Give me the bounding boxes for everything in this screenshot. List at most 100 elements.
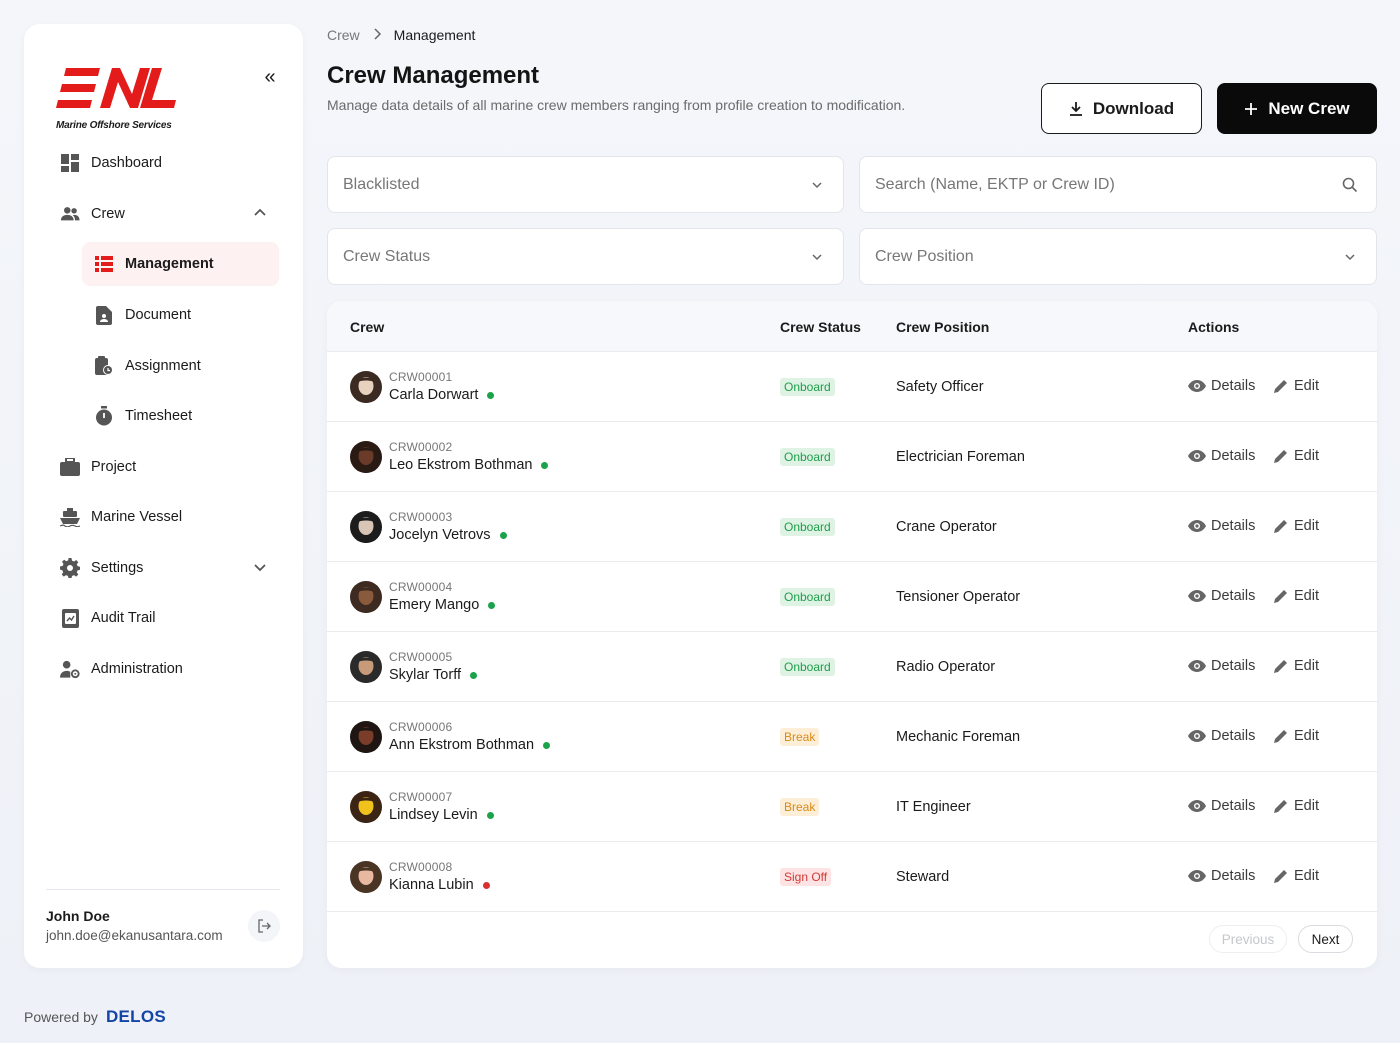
edit-button[interactable]: Edit — [1273, 518, 1319, 534]
crew-name[interactable]: Jocelyn Vetrovs — [389, 527, 491, 543]
chevron-up-icon — [254, 208, 266, 216]
crew-id: CRW00007 — [389, 790, 453, 804]
sidebar-item-timesheet[interactable]: Timesheet — [82, 394, 279, 438]
logout-button[interactable] — [248, 910, 280, 942]
pencil-icon — [1274, 729, 1288, 743]
breadcrumb: Crew Management — [327, 27, 475, 43]
sidebar-item-label: Timesheet — [125, 408, 193, 424]
blacklisted-value: Blacklisted — [343, 175, 420, 193]
powered-by: Powered by DELOS — [24, 1007, 166, 1027]
avatar — [350, 861, 382, 893]
presence-dot — [486, 811, 494, 819]
edit-label: Edit — [1294, 518, 1319, 534]
search-icon[interactable] — [1342, 177, 1358, 193]
crew-status-select[interactable]: Crew Status — [327, 228, 844, 285]
next-page-button[interactable]: Next — [1298, 925, 1353, 953]
details-button[interactable]: Details — [1188, 868, 1255, 884]
eye-icon — [1188, 590, 1206, 602]
sidebar-item-audit-trail[interactable]: Audit Trail — [48, 596, 279, 640]
sidebar-item-document[interactable]: Document — [82, 293, 279, 337]
user-name: John Doe — [46, 908, 110, 924]
enl-logo-icon — [56, 68, 176, 108]
user-email: john.doe@ekanusantara.com — [46, 928, 223, 943]
clipboard-clock-icon — [94, 356, 114, 376]
crew-name[interactable]: Carla Dorwart — [389, 387, 478, 403]
crew-name[interactable]: Leo Ekstrom Bothman — [389, 457, 532, 473]
sidebar-item-management[interactable]: Management — [82, 242, 279, 286]
column-crew: Crew — [350, 319, 385, 335]
table-row: CRW00007 Lindsey Levin Break IT Engineer… — [327, 771, 1377, 841]
crew-name[interactable]: Kianna Lubin — [389, 877, 474, 893]
breadcrumb-crew[interactable]: Crew — [327, 27, 360, 43]
details-button[interactable]: Details — [1188, 798, 1255, 814]
search-input[interactable]: Search (Name, EKTP or Crew ID) — [859, 156, 1377, 213]
audit-log-icon — [60, 608, 80, 628]
status-badge: Sign Off — [780, 868, 832, 886]
crew-name[interactable]: Emery Mango — [389, 597, 479, 613]
details-label: Details — [1211, 868, 1256, 884]
sidebar-item-label: Settings — [91, 560, 144, 576]
avatar — [350, 721, 382, 753]
chevron-down-icon — [812, 182, 822, 189]
download-label: Download — [1092, 98, 1175, 118]
details-label: Details — [1211, 798, 1256, 814]
sidebar-item-label: Crew — [91, 206, 125, 222]
sidebar-item-marine-vessel[interactable]: Marine Vessel — [48, 495, 279, 539]
crew-position: Electrician Foreman — [896, 449, 1025, 465]
details-label: Details — [1211, 518, 1256, 534]
sidebar-item-assignment[interactable]: Assignment — [82, 344, 279, 388]
table-row: CRW00006 Ann Ekstrom Bothman Break Mecha… — [327, 701, 1377, 771]
users-icon — [60, 204, 80, 224]
column-actions: Actions — [1188, 319, 1240, 335]
document-icon — [94, 305, 114, 325]
status-badge: Break — [780, 728, 820, 746]
sidebar-item-settings[interactable]: Settings — [48, 546, 279, 590]
details-button[interactable]: Details — [1188, 588, 1255, 604]
crew-position: Crane Operator — [896, 519, 997, 535]
previous-page-button[interactable]: Previous — [1209, 925, 1287, 953]
edit-button[interactable]: Edit — [1273, 448, 1319, 464]
details-button[interactable]: Details — [1188, 658, 1255, 674]
details-button[interactable]: Details — [1188, 448, 1255, 464]
edit-button[interactable]: Edit — [1273, 868, 1319, 884]
new-crew-label: New Crew — [1268, 98, 1350, 118]
sidebar-item-label: Document — [125, 307, 192, 323]
list-icon — [94, 254, 114, 274]
sidebar: Marine Offshore Services « Dashboard Cre… — [24, 24, 303, 968]
blacklisted-select[interactable]: Blacklisted — [327, 156, 844, 213]
crew-id: CRW00005 — [389, 650, 453, 664]
sidebar-item-crew[interactable]: Crew — [48, 192, 279, 236]
new-crew-button[interactable]: New Crew — [1217, 83, 1377, 134]
sidebar-item-dashboard[interactable]: Dashboard — [48, 141, 279, 185]
crew-id: CRW00001 — [389, 370, 453, 384]
table-row: CRW00003 Jocelyn Vetrovs Onboard Crane O… — [327, 491, 1377, 561]
crew-name[interactable]: Skylar Torff — [389, 667, 461, 683]
presence-dot — [543, 741, 551, 749]
presence-dot — [499, 531, 507, 539]
sidebar-item-label: Administration — [91, 661, 183, 677]
crew-position-select[interactable]: Crew Position — [859, 228, 1377, 285]
table-row: CRW00004 Emery Mango Onboard Tensioner O… — [327, 561, 1377, 631]
eye-icon — [1188, 380, 1206, 392]
details-button[interactable]: Details — [1188, 728, 1255, 744]
sidebar-item-project[interactable]: Project — [48, 445, 279, 489]
details-button[interactable]: Details — [1188, 378, 1255, 394]
sidebar-item-administration[interactable]: Administration — [48, 647, 279, 691]
stopwatch-icon — [94, 406, 114, 426]
edit-button[interactable]: Edit — [1273, 378, 1319, 394]
download-button[interactable]: Download — [1041, 83, 1202, 134]
crew-name-cell: Ann Ekstrom Bothman — [389, 737, 551, 753]
collapse-sidebar-button[interactable]: « — [260, 67, 280, 88]
crew-name[interactable]: Ann Ekstrom Bothman — [389, 737, 534, 753]
edit-button[interactable]: Edit — [1273, 728, 1319, 744]
crew-name[interactable]: Lindsey Levin — [389, 807, 478, 823]
edit-label: Edit — [1294, 658, 1319, 674]
edit-button[interactable]: Edit — [1273, 658, 1319, 674]
edit-button[interactable]: Edit — [1273, 798, 1319, 814]
chevron-down-icon — [1345, 254, 1355, 261]
details-button[interactable]: Details — [1188, 518, 1255, 534]
crew-id: CRW00008 — [389, 860, 453, 874]
status-badge: Onboard — [780, 518, 835, 536]
avatar — [350, 371, 382, 403]
edit-button[interactable]: Edit — [1273, 588, 1319, 604]
